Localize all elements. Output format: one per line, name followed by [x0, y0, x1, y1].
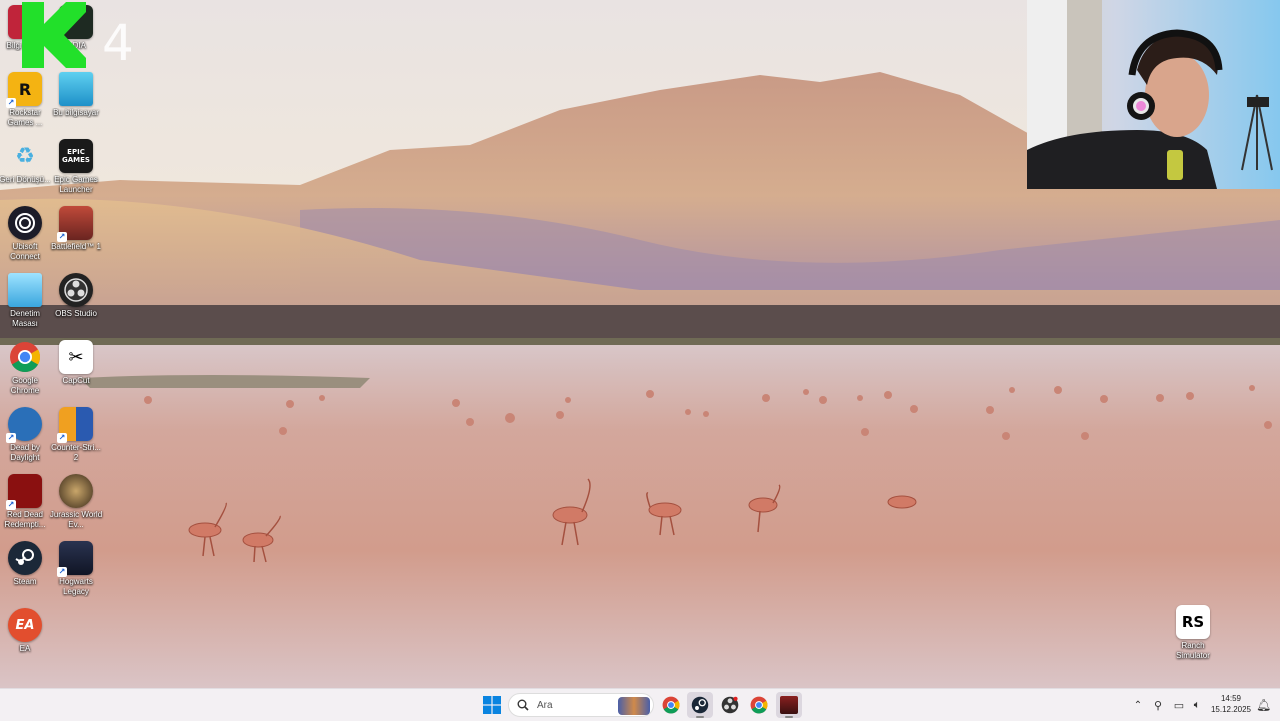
counter-strike-icon: ↗: [57, 407, 93, 443]
desktop-icon-hogwarts[interactable]: ↗ Hogwarts Legacy: [48, 541, 104, 603]
red-dead-icon: ↗: [6, 474, 42, 510]
taskbar-app-game[interactable]: [776, 692, 802, 718]
desktop-icon-ranch-simulator[interactable]: RS Ranch Simulator: [1165, 605, 1221, 667]
ubisoft-icon: [8, 206, 42, 240]
computer-icon: [59, 72, 93, 106]
chrome-icon: [750, 696, 768, 714]
desktop-icon-area: Bilgi Oto... ...DIA R↗ Rockstar Games ..…: [0, 0, 110, 688]
desktop-icon-counter-strike[interactable]: ↗ Counter-Stri... 2: [48, 407, 104, 469]
desktop-icon-rockstar[interactable]: R ↗ Rockstar Games ...: [0, 72, 53, 134]
notification-bell-icon[interactable]: 🔔︎: [1256, 698, 1271, 712]
start-button[interactable]: [479, 692, 505, 718]
ea-icon: EA: [8, 608, 42, 642]
desktop-icon-dead-by-daylight[interactable]: ↗ Dead by Daylight: [0, 407, 53, 469]
capcut-icon: ✂: [59, 340, 93, 374]
desktop-icon-epic-games[interactable]: EPIC GAMES Epic Games Launcher: [48, 139, 104, 201]
desktop-icon-capcut[interactable]: ✂ CapCut: [48, 340, 104, 402]
desktop-icon-control-panel[interactable]: Denetim Masası: [0, 273, 53, 335]
jurassic-world-icon: [59, 474, 93, 508]
desktop-icon-ubisoft[interactable]: Ubisoft Connect: [0, 206, 53, 268]
system-tray: ⌃ ⚲ ▭ 🔈︎: [1130, 689, 1206, 721]
desktop-icon-chrome[interactable]: Google Chrome: [0, 340, 53, 402]
green-k-logo-icon: [22, 2, 86, 68]
taskbar-app-chrome-2[interactable]: [746, 692, 772, 718]
notification-area: 🔔︎: [1256, 689, 1271, 721]
steam-icon: [691, 696, 709, 714]
control-panel-icon: [8, 273, 42, 307]
search-highlight-image: [618, 697, 650, 715]
search-icon: [517, 699, 529, 711]
clock-time: 14:59: [1220, 694, 1242, 703]
overlay-number: 4: [102, 14, 134, 72]
epic-games-icon: EPIC GAMES: [59, 139, 93, 173]
steam-icon: [8, 541, 42, 575]
desktop-icon-steam[interactable]: Steam: [0, 541, 53, 603]
volume-icon[interactable]: 🔈︎: [1188, 699, 1206, 712]
desktop-icon-battlefield[interactable]: ↗ Battlefield™ 1: [48, 206, 104, 268]
clock-date: 15.12.2025: [1210, 705, 1252, 714]
chrome-icon: [662, 696, 680, 714]
display-icon[interactable]: ▭: [1170, 699, 1188, 712]
desktop-icon-ea[interactable]: EA EA: [0, 608, 53, 670]
taskbar: Ara ⌃ ⚲ ▭ 🔈︎ 14:59 15.12.2025 🔔︎: [0, 688, 1280, 721]
taskbar-search-box[interactable]: Ara: [508, 693, 654, 717]
obs-icon: [59, 273, 93, 307]
battlefield-icon: ↗: [57, 206, 93, 242]
rockstar-icon: R ↗: [6, 72, 42, 108]
chevron-up-icon[interactable]: ⌃: [1130, 700, 1146, 711]
game-app-icon: [780, 696, 798, 714]
recycle-bin-icon: ♻: [15, 143, 35, 169]
taskbar-app-chrome[interactable]: [658, 692, 684, 718]
desktop-icon-red-dead[interactable]: ↗ Red Dead Redempti...: [0, 474, 53, 536]
taskbar-app-obs[interactable]: [717, 692, 743, 718]
desktop-icon-jurassic-world[interactable]: Jurassic World Ev...: [48, 474, 104, 536]
webcam-feed-image: [1027, 0, 1280, 189]
windows-logo-icon: [483, 696, 501, 714]
desktop-icon-obs[interactable]: OBS Studio: [48, 273, 104, 335]
obs-icon: [721, 696, 739, 714]
ranch-simulator-icon: RS: [1176, 605, 1210, 639]
network-icon[interactable]: ⚲: [1146, 699, 1170, 712]
desktop-icon-this-pc[interactable]: Bu bilgisayar: [48, 72, 104, 134]
search-placeholder: Ara: [537, 699, 553, 711]
taskbar-clock[interactable]: 14:59 15.12.2025: [1210, 693, 1252, 715]
streamer-logo-overlay: [22, 2, 86, 68]
chrome-icon: [8, 340, 42, 374]
dead-by-daylight-icon: ↗: [6, 407, 42, 443]
desktop-icon-recycle-bin[interactable]: ♻ Geri Dönüşü...: [0, 139, 53, 201]
hogwarts-icon: ↗: [57, 541, 93, 577]
webcam-overlay: [1027, 0, 1280, 189]
taskbar-app-steam[interactable]: [687, 692, 713, 718]
